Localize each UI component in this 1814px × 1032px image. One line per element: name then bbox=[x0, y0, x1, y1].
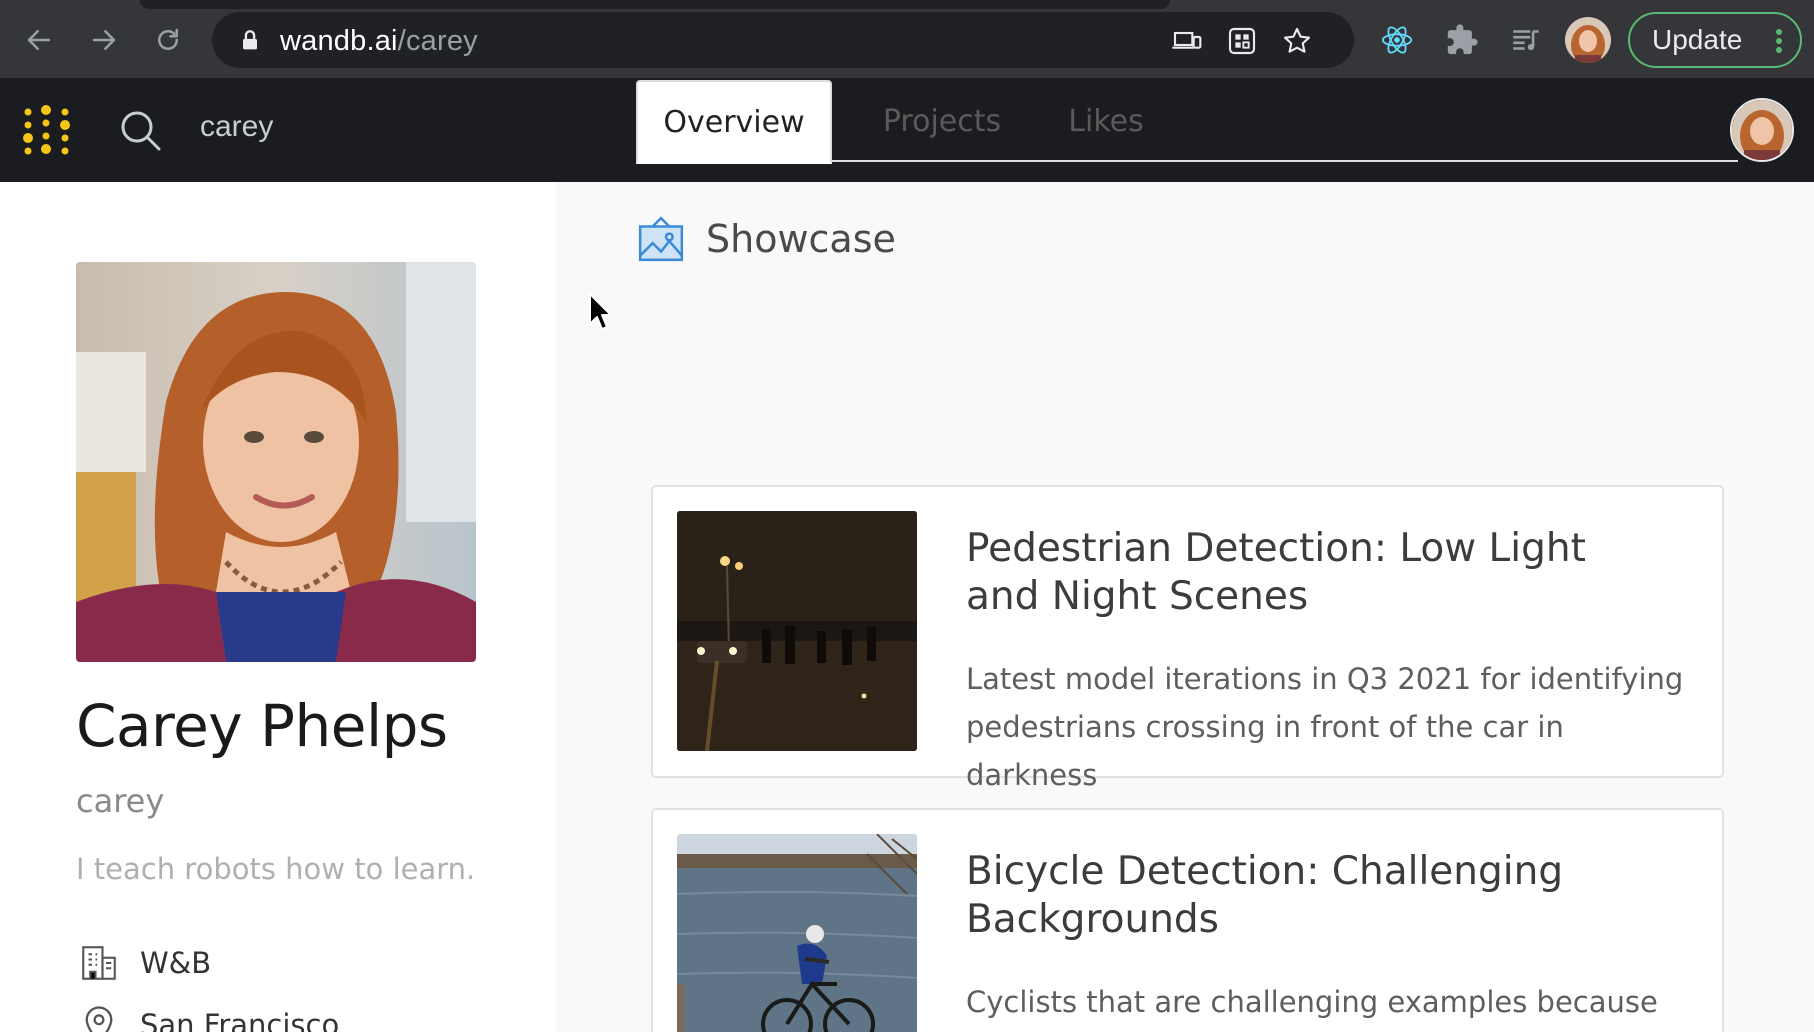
chrome-profile-avatar[interactable] bbox=[1565, 17, 1611, 63]
media-control-button[interactable] bbox=[1508, 22, 1544, 58]
more-vert-icon bbox=[1776, 29, 1782, 53]
image-frame-icon bbox=[638, 216, 684, 262]
showcase-card[interactable]: Pedestrian Detection: Low Light and Nigh… bbox=[651, 485, 1724, 792]
bookmark-button[interactable] bbox=[1280, 24, 1314, 58]
card-title: Pedestrian Detection: Low Light and Nigh… bbox=[966, 526, 1586, 619]
profile-sidebar: Carey Phelps carey I teach robots how to… bbox=[0, 182, 556, 1032]
arrow-right-icon bbox=[92, 30, 116, 50]
company-text: W&B bbox=[140, 946, 212, 980]
update-button[interactable]: Update bbox=[1628, 12, 1802, 68]
back-button[interactable] bbox=[17, 18, 61, 62]
update-label: Update bbox=[1652, 24, 1743, 55]
wandb-logo-icon[interactable] bbox=[22, 104, 74, 158]
devices-icon bbox=[1172, 31, 1202, 49]
address-bar[interactable]: wandb.ai/carey bbox=[212, 12, 1354, 68]
reload-icon bbox=[158, 28, 178, 50]
location-row: San Francisco bbox=[78, 1004, 339, 1032]
profile-photo bbox=[76, 262, 476, 662]
profile-bio: I teach robots how to learn. bbox=[76, 852, 476, 886]
qr-code-button[interactable] bbox=[1225, 24, 1259, 58]
tab-likes[interactable]: Likes bbox=[1046, 80, 1166, 162]
profile-name: Carey Phelps bbox=[76, 692, 448, 760]
qr-code-icon bbox=[1228, 27, 1256, 55]
location-pin-icon bbox=[85, 1006, 113, 1032]
star-icon bbox=[1283, 27, 1311, 53]
arrow-left-icon bbox=[27, 30, 51, 50]
showcase-header: Showcase bbox=[636, 214, 896, 264]
extensions-button[interactable] bbox=[1444, 22, 1480, 58]
url-text: wandb.ai/carey bbox=[280, 25, 478, 58]
mouse-cursor-icon bbox=[589, 293, 612, 330]
react-devtools-extension[interactable] bbox=[1379, 22, 1415, 58]
reload-button[interactable] bbox=[146, 18, 190, 62]
report-thumbnail-pedestrians bbox=[677, 511, 917, 751]
browser-toolbar: wandb.ai/carey Update bbox=[0, 0, 1814, 78]
card-description: Latest model iterations in Q3 2021 for i… bbox=[966, 662, 1684, 792]
tab-strip-edge bbox=[140, 0, 1170, 9]
url-path: /carey bbox=[397, 25, 478, 57]
showcase-card[interactable]: Bicycle Detection: Challenging Backgroun… bbox=[651, 808, 1724, 1032]
lock-icon bbox=[243, 30, 257, 50]
tab-overview[interactable]: Overview bbox=[636, 80, 832, 164]
tab-projects[interactable]: Projects bbox=[862, 80, 1022, 162]
card-title: Bicycle Detection: Challenging Backgroun… bbox=[966, 849, 1564, 942]
showcase-title: Showcase bbox=[706, 217, 896, 261]
profile-username: carey bbox=[76, 782, 165, 820]
url-domain: wandb.ai bbox=[280, 25, 398, 57]
company-row: W&B bbox=[78, 942, 211, 984]
puzzle-icon bbox=[1447, 24, 1478, 55]
cast-button[interactable] bbox=[1170, 24, 1204, 58]
card-description: Cyclists that are challenging examples b… bbox=[966, 985, 1658, 1019]
react-icon bbox=[1381, 26, 1413, 54]
location-text: San Francisco bbox=[140, 1008, 340, 1032]
forward-button[interactable] bbox=[82, 18, 126, 62]
playlist-icon bbox=[1513, 30, 1539, 51]
search-input[interactable]: carey bbox=[200, 110, 273, 144]
building-icon bbox=[82, 946, 116, 980]
search-icon[interactable] bbox=[118, 108, 164, 154]
user-avatar[interactable] bbox=[1730, 98, 1794, 162]
report-thumbnail-cyclist bbox=[677, 834, 917, 1032]
profile-tabs: Overview Projects Likes bbox=[636, 80, 1738, 164]
